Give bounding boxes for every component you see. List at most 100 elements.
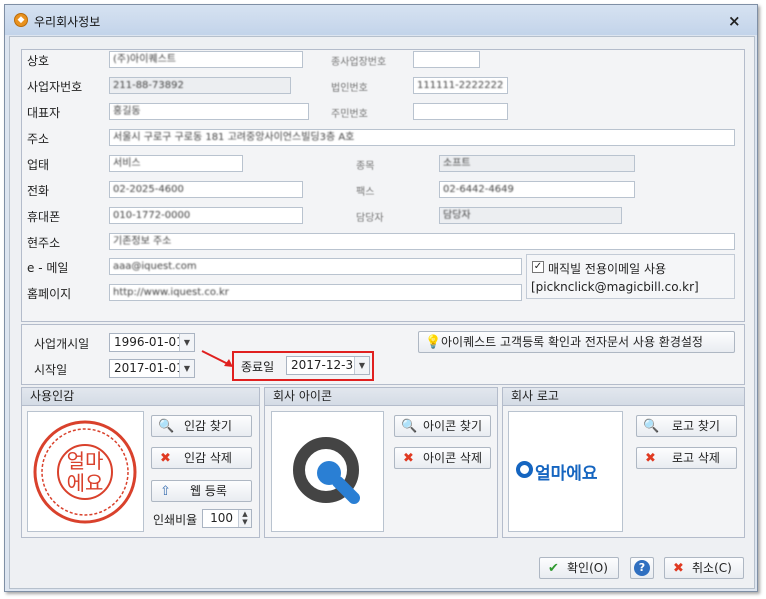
find-logo-label: 로고 찾기: [672, 419, 720, 433]
delete-icon-button[interactable]: ✖ 아이콘 삭제: [394, 447, 491, 469]
magnifier-logo-icon: [293, 437, 360, 504]
sub-business-number-label: 종사업장번호: [331, 57, 387, 68]
delete-seal-button[interactable]: ✖ 인감 삭제: [151, 447, 252, 469]
close-icon[interactable]: ×: [728, 12, 741, 30]
search-document-icon: 🔍: [401, 419, 418, 434]
corporate-number-label: 법인번호: [331, 83, 368, 94]
address-input[interactable]: 서울시 구로구 구로동 181 고려중앙사이언스빌딩3층 A호: [109, 129, 735, 146]
ok-button[interactable]: ✔ 확인(O): [539, 557, 619, 579]
delete-icon: ✖: [645, 451, 656, 466]
find-icon-label: 아이콘 찾기: [423, 419, 483, 433]
logo-text: 얼마에요: [535, 464, 598, 484]
magicbill-checkbox-label[interactable]: 매직빌 전용이메일 사용: [548, 260, 666, 277]
business-item-label: 종목: [356, 161, 375, 172]
app-icon: ◆: [14, 13, 28, 27]
end-date-picker[interactable]: 2017-12-31 ▼: [286, 356, 370, 375]
business-start-date-picker[interactable]: 1996-01-01 ▼: [109, 333, 195, 352]
delete-logo-label: 로고 삭제: [672, 451, 720, 465]
cancel-button[interactable]: ✖ 취소(C): [664, 557, 744, 579]
resident-number-label: 주민번호: [331, 109, 368, 120]
current-address-input[interactable]: 기존정보 주소: [109, 233, 735, 250]
ceo-label: 대표자: [27, 106, 61, 120]
delete-seal-label: 인감 삭제: [184, 451, 232, 465]
seal-text-top: 얼마: [67, 449, 104, 473]
company-logo-image: 얼마에요: [508, 411, 623, 532]
homepage-label: 홈페이지: [27, 287, 72, 301]
magicbill-checkbox[interactable]: ✓: [532, 261, 544, 273]
end-date-label: 종료일: [241, 360, 275, 374]
company-icon-image: [271, 411, 384, 532]
ok-label: 확인(O): [567, 561, 608, 575]
dialog-window: ◆ 우리회사정보 × 상호 (주)아이퀘스트 사업자번호 211-88-7389…: [4, 4, 758, 592]
chevron-down-icon[interactable]: ▼: [179, 334, 194, 351]
magicbill-email-address: [picknclick@magicbill.co.kr]: [531, 280, 699, 294]
business-type-input[interactable]: 서비스: [109, 155, 243, 172]
cancel-label: 취소(C): [692, 561, 732, 575]
web-register-button[interactable]: ⇧ 웹 등록: [151, 480, 252, 502]
manager-input[interactable]: 담당자: [439, 207, 622, 224]
homepage-input[interactable]: http://www.iquest.co.kr: [109, 284, 522, 301]
seal-text-bottom: 에요: [67, 471, 104, 495]
seal-stamp-icon: 얼마 에요: [33, 420, 137, 524]
business-number-label: 사업자번호: [27, 80, 83, 94]
find-logo-button[interactable]: 🔍 로고 찾기: [636, 415, 737, 437]
help-button[interactable]: ?: [630, 557, 654, 579]
find-seal-button[interactable]: 🔍 인감 찾기: [151, 415, 252, 437]
sub-business-number-input[interactable]: [413, 51, 480, 68]
window-title: 우리회사정보: [34, 15, 101, 29]
print-ratio-label: 인쇄비율: [153, 513, 198, 527]
company-logo-group-title: 회사 로고: [503, 388, 744, 406]
spin-arrows-icon[interactable]: ▲ ▼: [238, 510, 251, 527]
ceo-input[interactable]: 홍길동: [109, 103, 309, 120]
upload-arrow-icon: ⇧: [160, 484, 171, 499]
delete-icon-label: 아이콘 삭제: [423, 451, 483, 465]
resident-number-input[interactable]: [413, 103, 508, 120]
business-start-label: 사업개시일: [34, 337, 90, 351]
delete-icon: ✖: [160, 451, 171, 466]
find-icon-button[interactable]: 🔍 아이콘 찾기: [394, 415, 491, 437]
search-document-icon: 🔍: [158, 419, 175, 434]
phone-label: 전화: [27, 184, 50, 198]
fax-label: 팩스: [356, 187, 375, 198]
email-label: e - 메일: [27, 261, 69, 275]
business-type-label: 업태: [27, 158, 50, 172]
current-address-label: 현주소: [27, 236, 61, 250]
dialog-body: 상호 (주)아이퀘스트 사업자번호 211-88-73892 대표자 홍길동 주…: [9, 36, 755, 589]
red-arrow-icon: [201, 350, 233, 367]
delete-icon: ✖: [403, 451, 414, 466]
title-bar[interactable]: ◆ 우리회사정보 ×: [5, 5, 757, 35]
print-ratio-stepper[interactable]: 100 ▲ ▼: [202, 509, 252, 528]
business-start-date-value: 1996-01-01: [114, 335, 184, 349]
logo-search-icon: [516, 461, 533, 478]
start-date-value: 2017-01-01: [114, 361, 184, 375]
fax-input[interactable]: 02-6442-4649: [439, 181, 635, 198]
company-name-input[interactable]: (주)아이퀘스트: [109, 51, 303, 68]
checkmark-icon: ✔: [548, 561, 559, 576]
close-icon: ✖: [673, 561, 684, 576]
chevron-down-icon[interactable]: ▼: [179, 360, 194, 377]
iquest-settings-label: 아이퀘스트 고객등록 확인과 전자문서 사용 환경설정: [441, 335, 703, 349]
company-icon-group-title: 회사 아이콘: [265, 388, 497, 406]
help-icon: ?: [634, 560, 650, 576]
iquest-settings-button[interactable]: 💡 아이퀘스트 고객등록 확인과 전자문서 사용 환경설정: [418, 331, 735, 353]
find-seal-label: 인감 찾기: [184, 419, 232, 433]
address-label: 주소: [27, 132, 50, 146]
delete-logo-button[interactable]: ✖ 로고 삭제: [636, 447, 737, 469]
business-item-input[interactable]: 소프트: [439, 155, 635, 172]
end-date-value: 2017-12-31: [291, 358, 361, 372]
phone-input[interactable]: 02-2025-4600: [109, 181, 303, 198]
web-register-label: 웹 등록: [190, 484, 227, 498]
start-date-picker[interactable]: 2017-01-01 ▼: [109, 359, 195, 378]
lightbulb-icon: 💡: [425, 335, 442, 350]
seal-image: 얼마 에요: [27, 411, 144, 532]
company-name-label: 상호: [27, 54, 50, 68]
print-ratio-value: 100: [210, 511, 233, 525]
chevron-down-icon[interactable]: ▼: [354, 357, 369, 374]
mobile-input[interactable]: 010-1772-0000: [109, 207, 303, 224]
seal-group-title: 사용인감: [22, 388, 259, 406]
mobile-label: 휴대폰: [27, 210, 61, 224]
business-number-input[interactable]: 211-88-73892: [109, 77, 291, 94]
email-input[interactable]: aaa@iquest.com: [109, 258, 522, 275]
corporate-number-input[interactable]: 111111-2222222: [413, 77, 508, 94]
start-date-label: 시작일: [34, 363, 68, 377]
